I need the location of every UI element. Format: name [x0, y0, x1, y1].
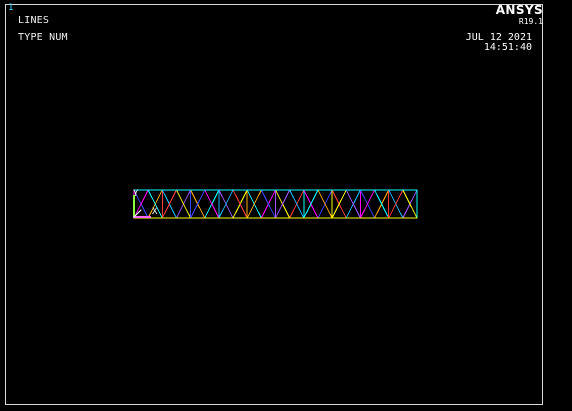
triad-y-label: Y: [133, 189, 139, 199]
truss-model: [133, 189, 418, 219]
triad-x-label: X: [152, 207, 158, 217]
ansys-graphics-window: 1 LINES TYPE NUM ANSYS R19.1 JUL 12 2021…: [0, 0, 572, 411]
